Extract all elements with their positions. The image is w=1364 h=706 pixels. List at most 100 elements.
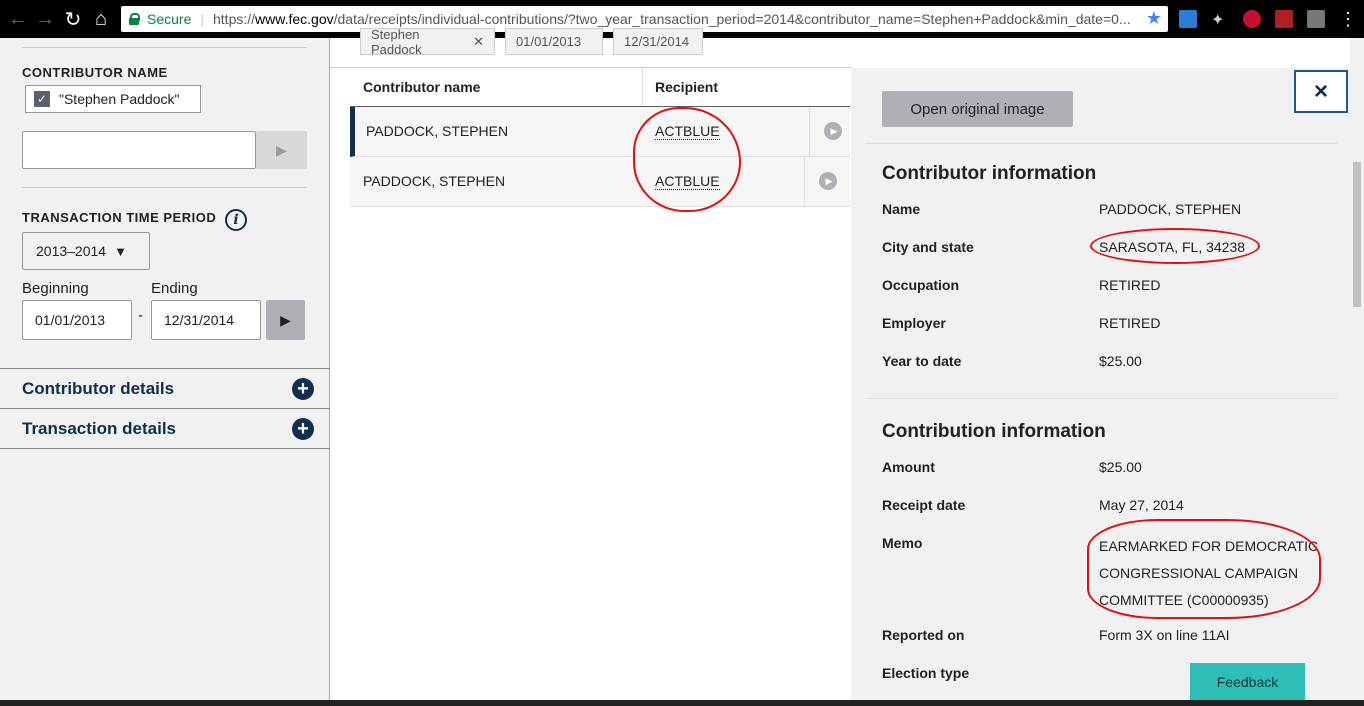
- beginning-date-value: 01/01/2013: [35, 312, 106, 328]
- divider: [865, 143, 1337, 144]
- caret-down-icon: ▼: [114, 243, 127, 259]
- beginning-date-input[interactable]: 01/01/2013: [22, 300, 132, 340]
- field-value: $25.00: [1099, 353, 1142, 369]
- field-label: Year to date: [882, 353, 962, 369]
- filter-tag[interactable]: Stephen Paddock ✕: [360, 26, 495, 57]
- date-range-separator: -: [138, 307, 143, 324]
- contributor-name-heading: CONTRIBUTOR NAME: [22, 65, 168, 80]
- contributor-info-title: Contributor information: [882, 163, 1097, 184]
- filter-tag[interactable]: 12/31/2014: [613, 28, 703, 55]
- plus-icon[interactable]: +: [292, 378, 314, 400]
- url-scheme: https://: [213, 11, 256, 27]
- memo-line: EARMARKED FOR DEMOCRATIC: [1099, 538, 1319, 554]
- field-value: SARASOTA, FL, 34238: [1099, 239, 1246, 255]
- field-value: Form 3X on line 11AI: [1099, 627, 1230, 643]
- field-label: Reported on: [882, 627, 965, 643]
- transaction-period-heading: TRANSACTION TIME PERIOD: [22, 210, 217, 225]
- page-scrollbar[interactable]: [1350, 38, 1364, 706]
- contributor-name-input[interactable]: [22, 131, 256, 169]
- transaction-detail-panel: Open original image × Contributor inform…: [851, 68, 1351, 706]
- contributor-name-submit-button[interactable]: ▶: [256, 131, 307, 169]
- contributor-cell: PADDOCK, STEPHEN: [363, 173, 506, 189]
- column-header-contributor[interactable]: Contributor name: [363, 79, 480, 95]
- divider: [865, 398, 1337, 399]
- field-label: Election type: [882, 665, 970, 681]
- close-panel-button[interactable]: ×: [1294, 70, 1348, 113]
- contributor-cell: PADDOCK, STEPHEN: [366, 123, 509, 139]
- table-row[interactable]: PADDOCK, STEPHEN ACTBLUE ▶: [350, 157, 850, 207]
- bookmark-star-icon[interactable]: ★: [1146, 8, 1162, 29]
- filter-tag-label: 01/01/2013: [516, 34, 582, 49]
- active-filter-tags: Stephen Paddock ✕ 01/01/2013 12/31/2014: [360, 26, 703, 57]
- field-label: Amount: [882, 459, 935, 475]
- open-original-image-button[interactable]: Open original image: [882, 91, 1073, 127]
- recipient-link[interactable]: ACTBLUE: [655, 123, 720, 140]
- info-icon[interactable]: i: [225, 209, 247, 231]
- table-row[interactable]: PADDOCK, STEPHEN ACTBLUE ▶: [350, 107, 850, 157]
- close-icon[interactable]: ✕: [473, 34, 484, 50]
- ending-label: Ending: [151, 280, 198, 297]
- checkbox-checked-icon[interactable]: ✓: [34, 91, 50, 107]
- back-arrow-icon[interactable]: ←: [6, 7, 30, 31]
- feedback-button[interactable]: Feedback: [1190, 663, 1305, 700]
- field-label: Receipt date: [882, 497, 966, 513]
- field-label: Name: [882, 201, 921, 217]
- ublock-icon[interactable]: [1243, 10, 1261, 28]
- divider: [330, 67, 852, 68]
- reload-icon[interactable]: ↻: [61, 7, 85, 31]
- accordion-label: Contributor details: [22, 378, 175, 398]
- url-path: /data/receipts/individual-contributions/…: [333, 11, 1131, 27]
- field-label: Memo: [882, 535, 923, 551]
- filter-tag-label: 12/31/2014: [624, 34, 690, 49]
- contribution-info-title: Contribution information: [882, 421, 1106, 442]
- chip-label: "Stephen Paddock": [59, 91, 180, 107]
- memo-value: EARMARKED FOR DEMOCRATIC CONGRESSIONAL C…: [1099, 533, 1339, 614]
- memo-line: CONGRESSIONAL CAMPAIGN: [1099, 565, 1299, 581]
- period-select[interactable]: 2013–2014 ▼: [22, 232, 150, 270]
- field-value: May 27, 2014: [1099, 497, 1184, 513]
- extension-icon[interactable]: [1275, 10, 1293, 28]
- field-value: PADDOCK, STEPHEN: [1099, 201, 1242, 217]
- divider: [22, 187, 307, 188]
- url-text: https://www.fec.gov/data/receipts/indivi…: [213, 11, 1143, 27]
- accordion-label: Transaction details: [22, 418, 176, 438]
- field-value: RETIRED: [1099, 315, 1161, 331]
- extension-icon[interactable]: [1179, 10, 1197, 28]
- home-icon[interactable]: ⌂: [89, 7, 113, 31]
- column-header-recipient[interactable]: Recipient: [655, 79, 718, 95]
- field-label: Employer: [882, 315, 946, 331]
- twitter-icon[interactable]: ✦: [1211, 10, 1229, 29]
- recipient-link[interactable]: ACTBLUE: [655, 173, 720, 190]
- address-separator: |: [200, 11, 204, 27]
- date-range-submit-button[interactable]: ▶: [266, 300, 305, 340]
- lock-icon: [129, 13, 140, 25]
- field-label: Occupation: [882, 277, 960, 293]
- filter-tag-label: Stephen Paddock: [371, 26, 422, 57]
- plus-icon[interactable]: +: [292, 418, 314, 440]
- url-host: www.fec.gov: [255, 11, 334, 27]
- beginning-label: Beginning: [22, 280, 89, 297]
- period-select-value: 2013–2014: [36, 243, 107, 259]
- contributor-name-filter-chip[interactable]: ✓ "Stephen Paddock": [25, 85, 201, 113]
- memo-line: COMMITTEE (C00000935): [1099, 592, 1269, 608]
- forward-arrow-icon[interactable]: →: [33, 7, 57, 31]
- filter-tag[interactable]: 01/01/2013: [505, 28, 603, 55]
- ending-date-value: 12/31/2014: [164, 312, 235, 328]
- scrollbar-thumb[interactable]: [1353, 162, 1361, 307]
- row-divider: [809, 107, 810, 157]
- divider: [22, 47, 307, 48]
- play-icon[interactable]: ▶: [824, 122, 842, 140]
- play-icon[interactable]: ▶: [819, 172, 837, 190]
- taskbar-edge: [0, 700, 1364, 706]
- column-divider: [642, 68, 643, 106]
- menu-icon[interactable]: ⋮: [1336, 7, 1360, 31]
- field-label: City and state: [882, 239, 974, 255]
- transaction-details-accordion[interactable]: Transaction details +: [0, 408, 330, 449]
- field-value: RETIRED: [1099, 277, 1161, 293]
- filter-sidebar: CONTRIBUTOR NAME ✓ "Stephen Paddock" ▶ T…: [0, 38, 330, 706]
- ending-date-input[interactable]: 12/31/2014: [151, 300, 261, 340]
- extension-icon[interactable]: [1307, 10, 1325, 28]
- field-value: $25.00: [1099, 459, 1142, 475]
- row-divider: [804, 157, 805, 207]
- contributor-details-accordion[interactable]: Contributor details +: [0, 368, 330, 408]
